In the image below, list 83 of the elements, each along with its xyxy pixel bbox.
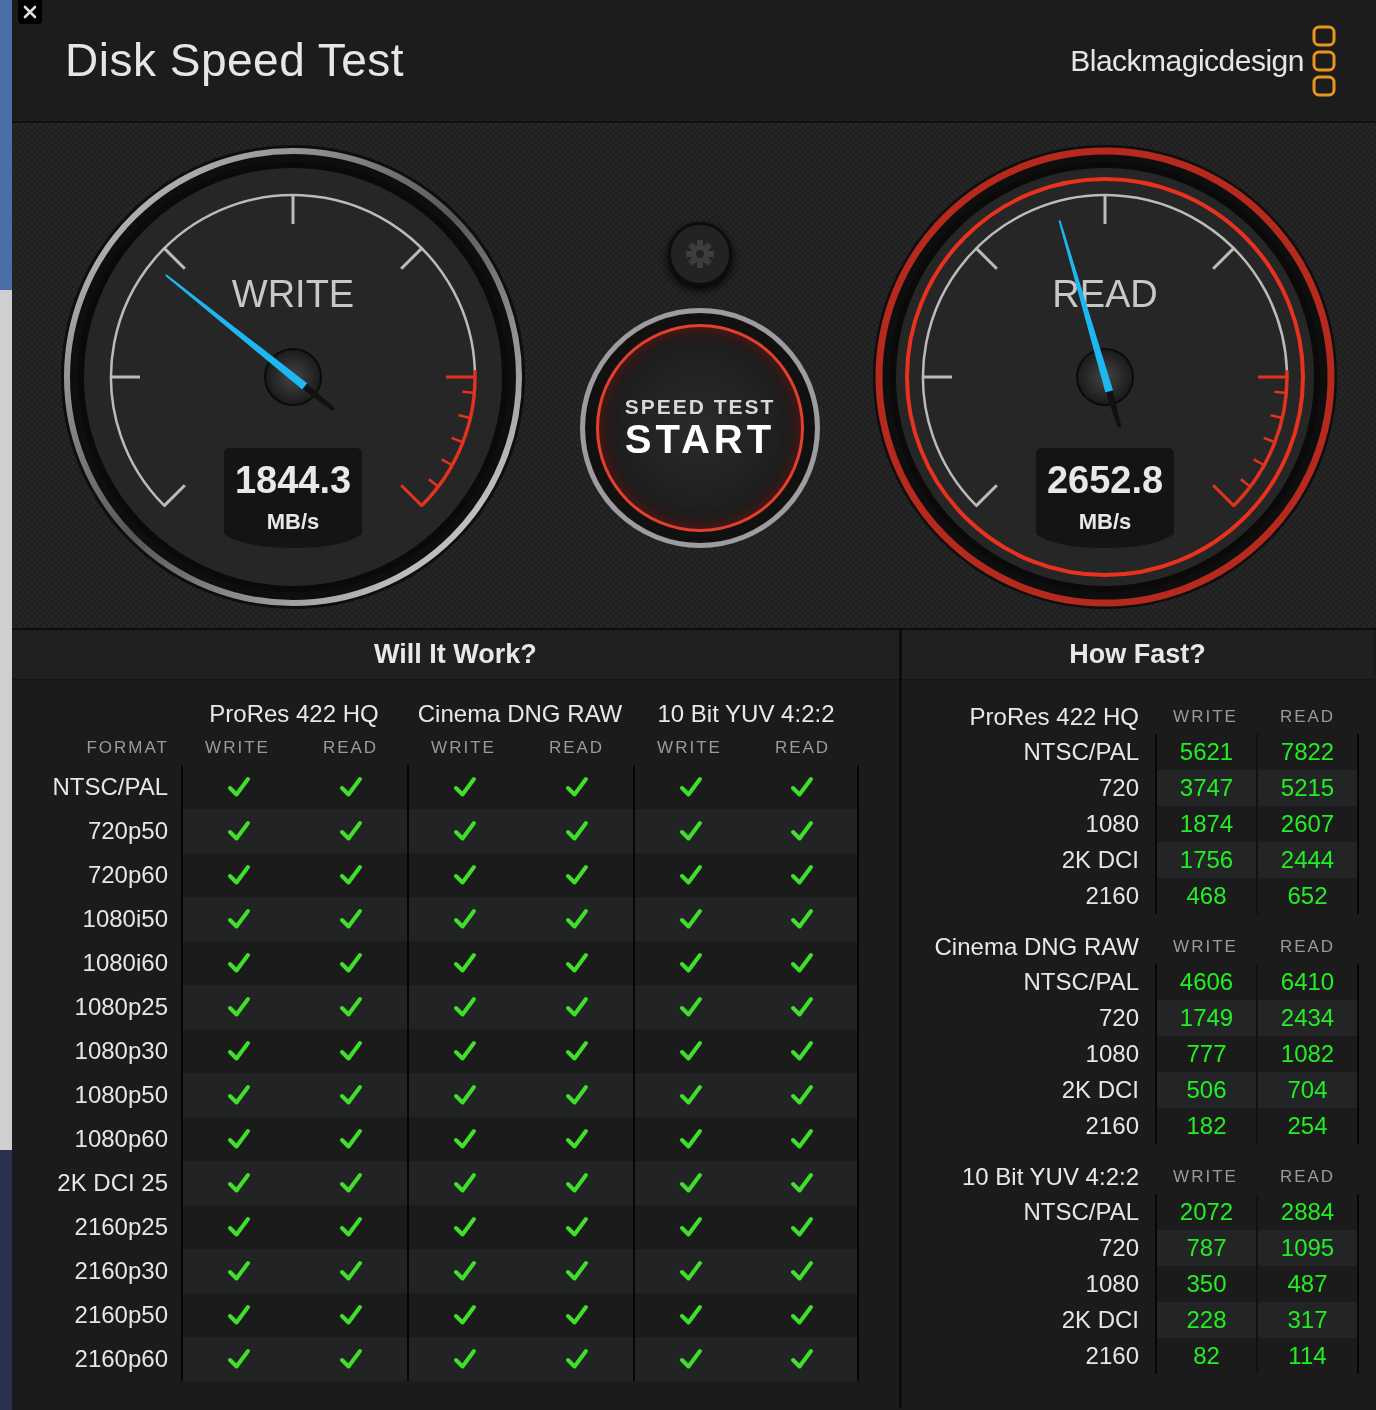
format-label: 1080: [1084, 1269, 1140, 1299]
write-speed: 228: [1155, 1302, 1256, 1338]
format-label: 1080p25: [73, 992, 169, 1022]
close-button[interactable]: [18, 0, 42, 24]
panel-header: How Fast?: [902, 630, 1373, 680]
format-label: 2K DCI: [1060, 1075, 1140, 1105]
format-label: 2160p60: [73, 1344, 169, 1374]
write-speed: 1749: [1155, 1000, 1256, 1036]
speed-unit: MB/s: [1078, 509, 1132, 534]
read-speed: 317: [1256, 1302, 1359, 1338]
format-label: 720p50: [86, 816, 169, 846]
format-label: 2K DCI: [1060, 845, 1140, 875]
read-speed: 254: [1256, 1108, 1359, 1144]
column-heading: WRITE: [1172, 706, 1239, 728]
codec-heading: ProRes 422 HQ: [968, 702, 1140, 732]
brand-name: Blackmagicdesign: [1070, 43, 1304, 79]
gauge-label: WRITE: [231, 273, 355, 315]
read-speed: 2444: [1256, 842, 1359, 878]
read-speed: 1082: [1256, 1036, 1359, 1072]
column-heading: FORMAT: [85, 737, 170, 759]
format-label: NTSC/PAL: [1022, 967, 1140, 997]
read-speed: 5215: [1256, 770, 1359, 806]
format-label: 2160: [1084, 881, 1140, 911]
format-label: 2K DCI: [1060, 1305, 1140, 1335]
read-speed: 2607: [1256, 806, 1359, 842]
app-title: Disk Speed Test: [65, 33, 405, 88]
format-label: 1080p30: [73, 1036, 169, 1066]
speed-unit: MB/s: [266, 509, 320, 534]
format-label: 2160: [1084, 1341, 1140, 1371]
column-heading: WRITE: [204, 737, 271, 759]
codec-heading: 10 Bit YUV 4:2:2: [656, 699, 836, 729]
read-speed: 114: [1256, 1338, 1359, 1374]
read-speed: 1095: [1256, 1230, 1359, 1266]
codec-heading: 10 Bit YUV 4:2:2: [961, 1162, 1140, 1192]
codec-heading: Cinema DNG RAW: [416, 699, 624, 729]
column-heading: WRITE: [1172, 1166, 1239, 1188]
read-speed: 704: [1256, 1072, 1359, 1108]
settings-icon: [684, 238, 716, 270]
format-label: 1080i50: [81, 904, 169, 934]
format-label: 720p60: [86, 860, 169, 890]
write-speed: 506: [1155, 1072, 1256, 1108]
format-label: 720: [1097, 773, 1140, 803]
format-label: 1080: [1084, 809, 1140, 839]
logo-icon: [1312, 24, 1336, 97]
read-speed: 7822: [1256, 734, 1359, 770]
start-button[interactable]: SPEED TEST START: [580, 308, 820, 548]
format-label: 720: [1097, 1233, 1140, 1263]
format-label: NTSC/PAL: [51, 772, 169, 802]
format-label: 1080i60: [81, 948, 169, 978]
column-heading: READ: [1278, 936, 1337, 958]
codec-heading: Cinema DNG RAW: [933, 932, 1140, 962]
speed-value: 2652.8: [1046, 459, 1164, 501]
write-speed: 787: [1155, 1230, 1256, 1266]
format-label: NTSC/PAL: [1022, 1197, 1140, 1227]
read-speed: 487: [1256, 1266, 1359, 1302]
column-heading: READ: [321, 737, 380, 759]
read-speed: 2884: [1256, 1194, 1359, 1230]
speed-value: 1844.3: [234, 459, 352, 501]
write-speed: 3747: [1155, 770, 1256, 806]
read-speed: 6410: [1256, 964, 1359, 1000]
format-label: 720: [1097, 1003, 1140, 1033]
format-label: NTSC/PAL: [1022, 737, 1140, 767]
write-speed: 1756: [1155, 842, 1256, 878]
column-heading: WRITE: [430, 737, 497, 759]
close-icon: [23, 5, 37, 19]
codec-heading: ProRes 422 HQ: [208, 699, 380, 729]
column-heading: READ: [1278, 1166, 1337, 1188]
format-label: 2160p50: [73, 1300, 169, 1330]
format-label: 1080p60: [73, 1124, 169, 1154]
format-label: 2K DCI 25: [56, 1168, 169, 1198]
format-label: 2160p25: [73, 1212, 169, 1242]
column-heading: READ: [1278, 706, 1337, 728]
read-speed: 2434: [1256, 1000, 1359, 1036]
panel-header: Will It Work?: [12, 630, 899, 680]
format-label: 2160: [1084, 1111, 1140, 1141]
column-heading: READ: [547, 737, 606, 759]
format-label: 1080p50: [73, 1080, 169, 1110]
column-heading: WRITE: [1172, 936, 1239, 958]
column-heading: WRITE: [656, 737, 723, 759]
format-label: 2160p30: [73, 1256, 169, 1286]
column-heading: READ: [773, 737, 832, 759]
format-label: 1080: [1084, 1039, 1140, 1069]
read-speed: 652: [1256, 878, 1359, 914]
